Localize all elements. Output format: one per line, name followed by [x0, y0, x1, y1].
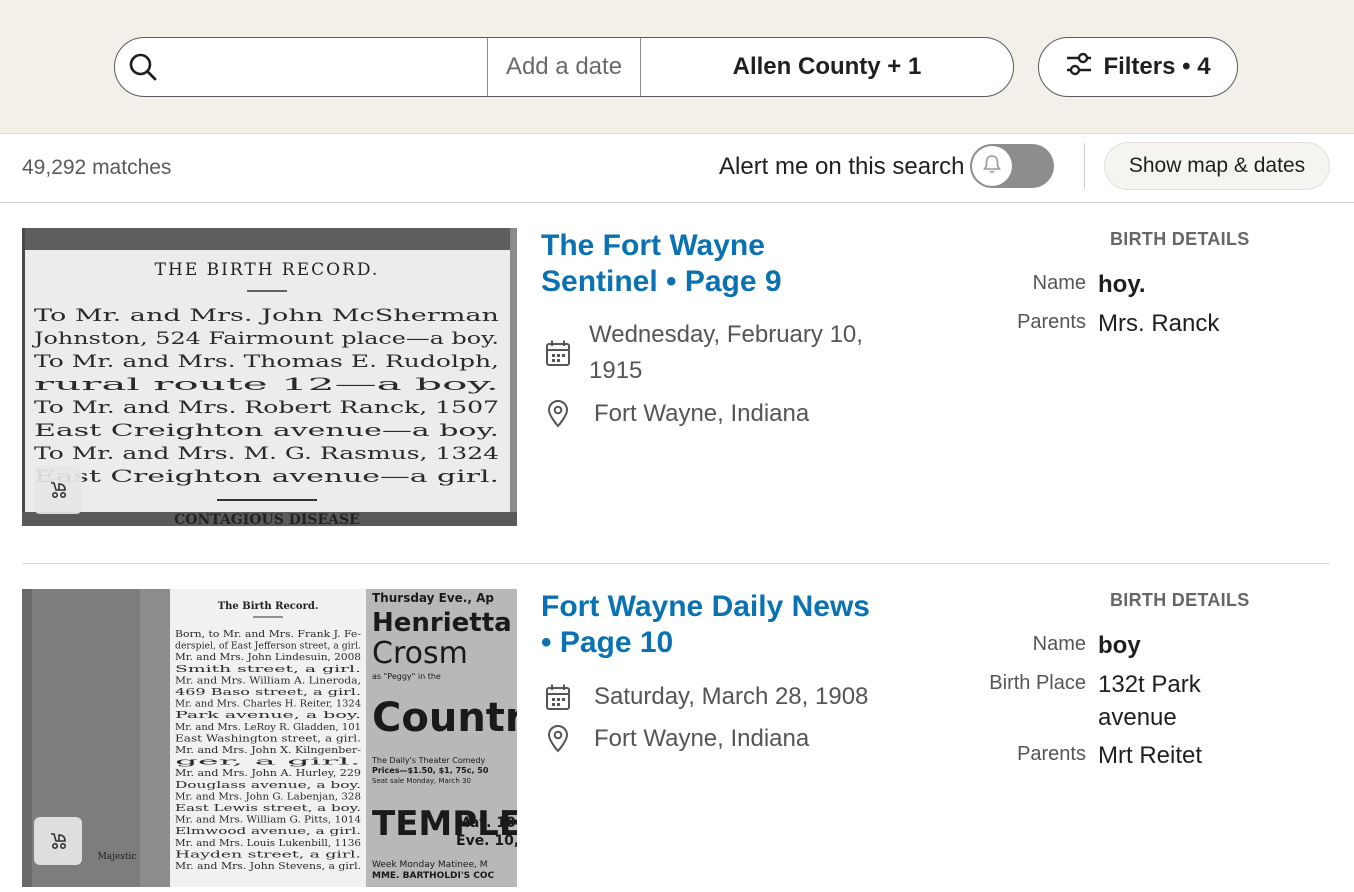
clipping-line: Mr. and Mrs. John X. Kilngenber-: [175, 746, 361, 756]
detail-label: Birth Place: [989, 672, 1086, 694]
location-field[interactable]: Allen County + 1: [641, 38, 1013, 96]
result-title-link[interactable]: The Fort Wayne Sentinel • Page 9: [541, 228, 871, 300]
result-date-text: Saturday, March 28, 1908: [594, 683, 869, 710]
ad-text: Country G: [372, 695, 517, 741]
clipping-line: Mr. and Mrs. John A. Hurley, 229: [175, 769, 361, 779]
clipping-line: To Mr. and Mrs. Thomas E. Rudolph,: [34, 352, 499, 372]
alert-toggle[interactable]: [970, 144, 1054, 188]
clipping-thumbnail[interactable]: THE BIRTH RECORD. To Mr. and Mrs. John M…: [22, 228, 517, 526]
detail-name: Name boy: [900, 629, 1340, 662]
show-map-dates-button[interactable]: Show map & dates: [1104, 142, 1330, 190]
detail-value: 132t Park avenue: [1098, 671, 1201, 731]
clipping-thumbnail[interactable]: Majestic The Birth Record. Born, to Mr. …: [22, 589, 517, 887]
map-pin-icon: [541, 396, 575, 432]
detail-value: Mrs. Ranck: [1098, 310, 1220, 337]
detail-label: Name: [1032, 272, 1086, 294]
ad-text: Mat. 10: [456, 815, 516, 831]
clipping-line: Smith street, a girl.: [175, 665, 361, 675]
clipping-line: Johnston, 524 Fairmount place—a boy.: [31, 329, 499, 349]
clipping-line: To Mr. and Mrs. Robert Ranck, 1507: [34, 398, 499, 418]
clipping-line: Park avenue, a boy.: [175, 711, 361, 721]
clipping-line: East Lewis street, a boy.: [175, 804, 361, 814]
alert-label: Alert me on this search: [719, 153, 965, 180]
clipping-line: ger, a girl.: [175, 758, 362, 768]
clipping-line: derspiel, of East Jefferson street, a gi…: [175, 642, 361, 652]
result-date: Wednesday, February 10, 1915: [541, 317, 879, 389]
clipping-line: Douglass avenue, a boy.: [175, 781, 361, 791]
ad-text: Thursday Eve., Ap: [372, 591, 494, 605]
result-date-text: Wednesday, February 10, 1915: [589, 321, 863, 384]
clipping-line: Mr. and Mrs. John G. Labenjan, 328: [175, 792, 361, 802]
divider: [1084, 143, 1085, 189]
result-location-text: Fort Wayne, Indiana: [594, 400, 810, 427]
search-input[interactable]: [171, 38, 487, 96]
calendar-icon: [541, 335, 575, 371]
detail-value: Mrt Reitet: [1098, 742, 1203, 769]
results-toolbar: 49,292 matches Alert me on this search S…: [0, 135, 1354, 203]
ad-text: Eve. 10,: [456, 833, 517, 849]
ad-text: as "Peggy" in the: [372, 672, 441, 681]
search-bar: Add a date Allen County + 1: [114, 37, 1014, 97]
calendar-icon: [541, 679, 575, 715]
clipping-line: Elmwood avenue, a girl.: [175, 827, 361, 837]
ad-text: MME. BARTHOLDI'S COC: [372, 871, 494, 881]
result-date: Saturday, March 28, 1908: [541, 679, 868, 715]
clipping-line: East Washington street, a girl.: [175, 734, 361, 744]
result-location-text: Fort Wayne, Indiana: [594, 725, 810, 752]
ad-text: Crosm: [372, 636, 468, 671]
result-location: Fort Wayne, Indiana: [541, 721, 809, 757]
detail-label: Parents: [1017, 311, 1086, 333]
result-location: Fort Wayne, Indiana: [541, 396, 809, 432]
sliders-icon: [1065, 50, 1093, 85]
filters-button[interactable]: Filters • 4: [1038, 37, 1238, 97]
result-divider: [22, 563, 1330, 564]
detail-name: Name hoy.: [900, 268, 1340, 301]
match-count: 49,292 matches: [22, 156, 172, 179]
ad-text: Henrietta: [372, 608, 512, 638]
clipping-line: rural route 12—a boy.: [34, 375, 499, 395]
clipping-line: Mr. and Mrs. William A. Lineroda,: [175, 676, 361, 686]
detail-value: boy: [1098, 632, 1141, 659]
ad-text: The Daily's Theater Comedy: [371, 756, 486, 765]
clipping-heading: THE BIRTH RECORD.: [155, 260, 380, 280]
map-pin-icon: [541, 721, 575, 757]
clipping-line: To Mr. and Mrs. John McSherman: [34, 306, 499, 326]
detail-label: Parents: [1017, 743, 1086, 765]
detail-value: hoy.: [1098, 271, 1146, 298]
left-caption: Majestic: [98, 852, 137, 862]
clipping-heading: The Birth Record.: [218, 601, 319, 612]
date-field[interactable]: Add a date: [487, 38, 641, 96]
clipping-footer: CONTAGIOUS DISEASE: [174, 512, 360, 526]
search-header: Add a date Allen County + 1 Filters • 4: [0, 0, 1354, 134]
clipping-line: East Creighton avenue—a boy.: [34, 421, 499, 441]
clipping-line: Mr. and Mrs. Louis Lukenbill, 1136: [175, 839, 361, 849]
clipping-line: Hayden street, a girl.: [175, 850, 361, 860]
clipping-line: Mr. and Mrs. LeRoy R. Gladden, 101: [175, 723, 361, 733]
clipping-line: East Creighton avenue—a girl.: [34, 467, 499, 487]
clipping-line: Mr. and Mrs. Charles H. Reiter, 1324: [175, 700, 361, 710]
detail-label: Name: [1032, 633, 1086, 655]
clipping-line: Mr. and Mrs. John Lindesuin, 2008: [175, 653, 361, 663]
baby-stroller-icon[interactable]: [34, 817, 82, 865]
clipping-line: 469 Baso street, a girl.: [175, 688, 361, 698]
clipping-line: Born, to Mr. and Mrs. Frank J. Fe-: [175, 630, 361, 640]
result-title-link[interactable]: Fort Wayne Daily News • Page 10: [541, 589, 871, 661]
details-heading: BIRTH DETAILS: [1110, 590, 1250, 610]
clipping-line: To Mr. and Mrs. M. G. Rasmus, 1324: [34, 444, 499, 464]
ad-text: Seat sale Monday, March 30: [372, 777, 471, 785]
search-icon[interactable]: [115, 38, 171, 96]
detail-parents: Parents Mrt Reitet: [900, 739, 1340, 772]
details-heading: BIRTH DETAILS: [1110, 229, 1250, 249]
clipping-line: Mr. and Mrs. John Stevens, a girl.: [175, 862, 361, 872]
detail-parents: Parents Mrs. Ranck: [900, 307, 1340, 340]
detail-birth-place: Birth Place 132t Park avenue: [900, 668, 1340, 734]
clipping-line: Mr. and Mrs. William G. Pitts, 1014: [175, 816, 361, 826]
bell-icon: [981, 153, 1003, 180]
filters-label: Filters • 4: [1103, 53, 1211, 80]
toggle-knob: [972, 146, 1012, 186]
ad-text: Prices—$1.50, $1, 75c, 50: [372, 766, 489, 775]
baby-stroller-icon[interactable]: [34, 466, 82, 514]
ad-text: Week Monday Matinee, M: [372, 860, 487, 870]
